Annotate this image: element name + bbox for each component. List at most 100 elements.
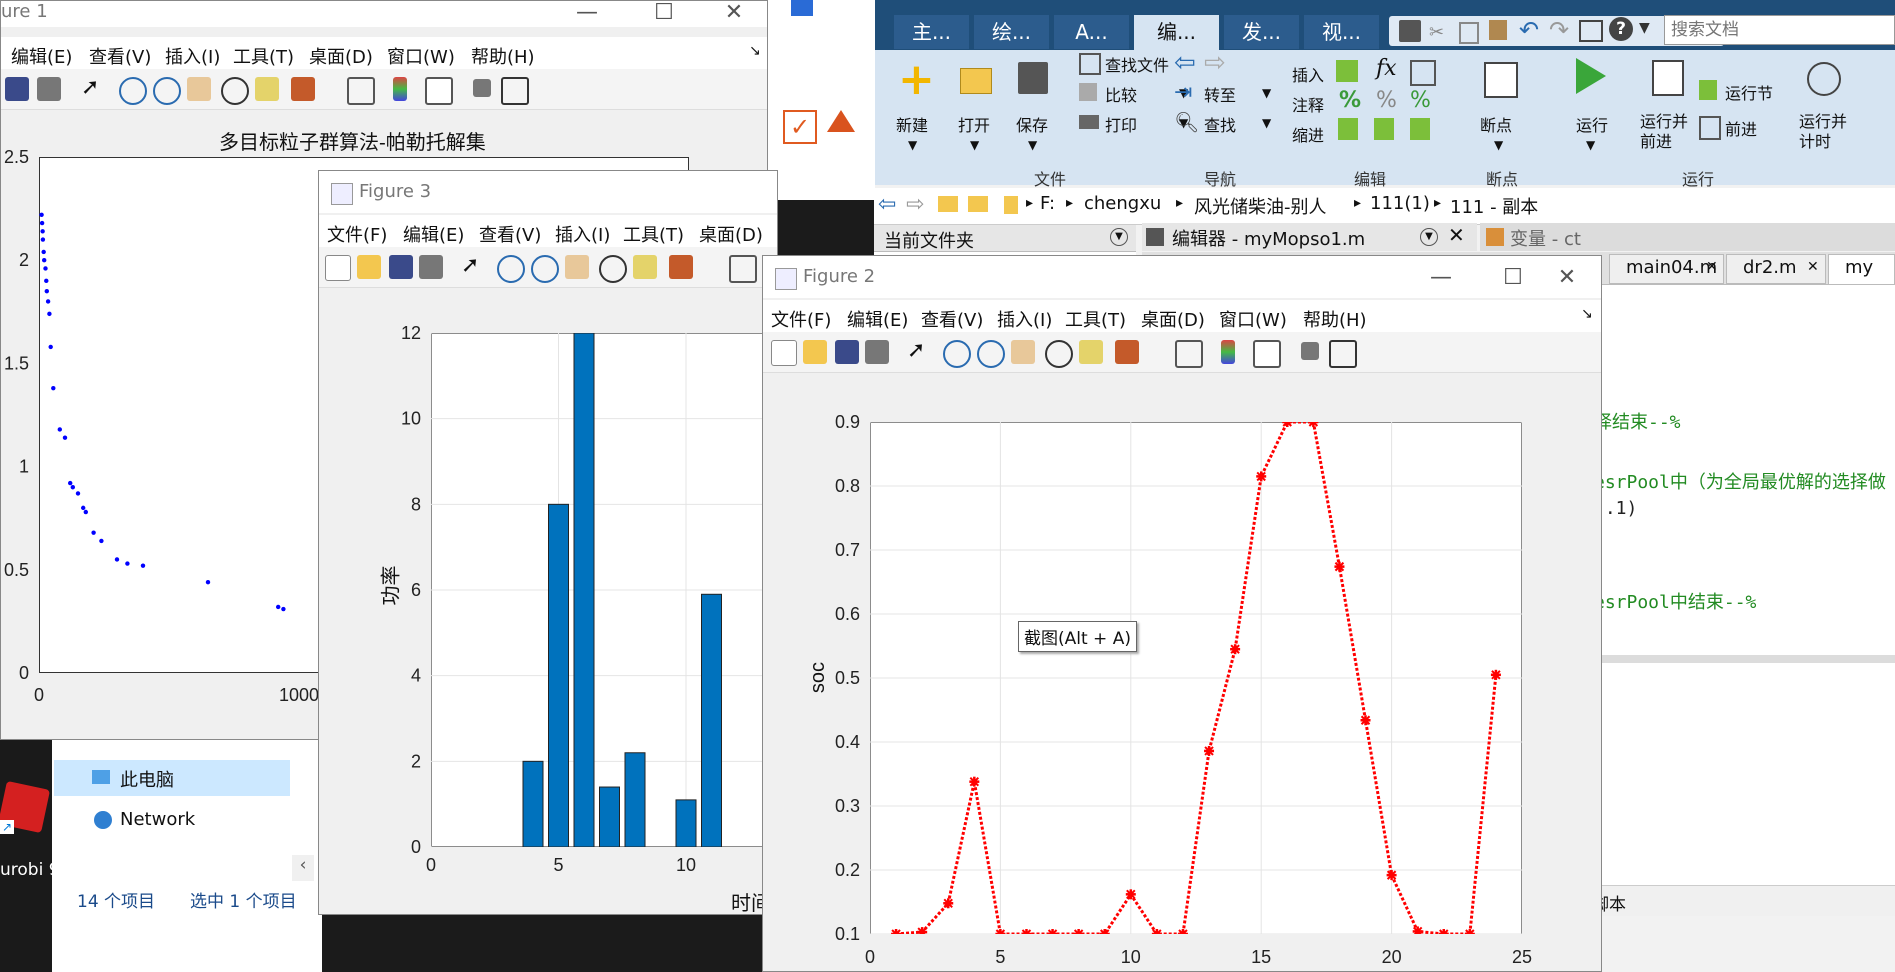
- redo-icon[interactable]: ↷: [1549, 16, 1569, 44]
- y-tick-label: 2: [19, 250, 29, 270]
- scroll-left-arrow[interactable]: ‹: [292, 855, 314, 881]
- y-tick-label: 0.5: [835, 668, 860, 688]
- uncomment-icon[interactable]: %: [1376, 88, 1397, 113]
- back-icon[interactable]: ⇦: [878, 192, 896, 217]
- help-dropdown-icon[interactable]: ▼: [1639, 20, 1650, 36]
- goto-button[interactable]: ⇥ 转至 ▼: [1174, 80, 1284, 108]
- y-tick-label: 0: [19, 663, 29, 683]
- y-tick-label: 0.9: [835, 412, 860, 432]
- plus-icon: +: [898, 54, 935, 105]
- path-segment[interactable]: 111(1): [1370, 193, 1430, 214]
- run-and-advance-button[interactable]: 运行并 前进: [1634, 58, 1704, 158]
- path-segment[interactable]: chengxu: [1084, 193, 1161, 214]
- paste-icon[interactable]: [1489, 20, 1507, 40]
- y-tick-label: 10: [401, 409, 421, 429]
- magnifier-icon: 🔍︎: [1174, 110, 1200, 134]
- save-button[interactable]: 保存 ▼: [1004, 58, 1064, 158]
- shortcut-arrow-icon: ↗: [0, 820, 14, 834]
- sidebar-item-label: Network: [120, 809, 196, 830]
- sidebar-item-network[interactable]: Network: [54, 803, 290, 839]
- y-tick-label: 0.6: [835, 604, 860, 624]
- goto-icon: ⇥: [1174, 80, 1193, 105]
- path-separator: ▸: [1066, 195, 1074, 211]
- fx-icon[interactable]: fx: [1376, 56, 1397, 81]
- code-line: 择结束--%: [1594, 412, 1681, 433]
- variables-header: 变量 - ct: [1480, 223, 1895, 251]
- chevron-down-icon: ▼: [1262, 116, 1272, 130]
- gurobi-desktop-icon[interactable]: ↗: [0, 780, 51, 850]
- desktop-icon-label: urobi 9: [0, 860, 60, 880]
- close-icon[interactable]: ✕: [1706, 259, 1718, 275]
- new-button[interactable]: + 新建 ▼: [886, 58, 946, 158]
- path-segment[interactable]: F:: [1040, 193, 1055, 214]
- advance-icon: [1699, 116, 1721, 140]
- path-segment[interactable]: 风光储柴油-别人: [1194, 193, 1327, 219]
- find-files-label: 查找文件: [1105, 56, 1170, 75]
- run-and-time-button[interactable]: 运行并 计时: [1789, 58, 1869, 158]
- switch-windows-icon[interactable]: [1579, 20, 1603, 42]
- group-label-file: 文件: [1034, 170, 1067, 189]
- function-icon[interactable]: [1410, 60, 1436, 86]
- tab-plots[interactable]: 绘...: [974, 15, 1049, 49]
- y-tick-label: 8: [411, 494, 421, 514]
- path-root-icon: [1004, 196, 1018, 214]
- tab-apps[interactable]: A...: [1054, 15, 1129, 49]
- panel-menu-icon[interactable]: ▼: [1110, 228, 1128, 246]
- compare-label: 比较: [1105, 86, 1138, 105]
- group-label-edit: 编辑: [1354, 170, 1387, 189]
- code-line: esrPool中结束--%: [1594, 592, 1757, 613]
- sidebar-item-this-pc[interactable]: 此电脑: [54, 760, 290, 796]
- address-bar: ⇦ ⇨ ▸ F: ▸ chengxu ▸ 风光储柴油-别人 ▸ 111(1) ▸…: [874, 188, 1895, 225]
- advance-button[interactable]: 前进: [1699, 114, 1799, 140]
- editor-tab[interactable]: main04.m ✕: [1609, 254, 1724, 284]
- x-tick-label: 10: [1121, 947, 1141, 967]
- outdent-icon[interactable]: [1410, 118, 1430, 140]
- insert-label[interactable]: 插入: [1292, 62, 1324, 86]
- percent-icon[interactable]: %: [1339, 88, 1361, 113]
- copy-icon[interactable]: [1459, 22, 1479, 44]
- open-button[interactable]: 打开 ▼: [946, 58, 1006, 158]
- close-icon[interactable]: ✕: [1448, 223, 1465, 247]
- forward-icon[interactable]: ⇨: [906, 192, 924, 217]
- cut-icon[interactable]: ✂: [1429, 22, 1444, 43]
- indent-icon[interactable]: [1374, 118, 1394, 140]
- find-button[interactable]: 🔍︎ 查找 ▼: [1174, 110, 1284, 138]
- editor-tab[interactable]: dr2.m ✕: [1726, 254, 1826, 284]
- wrap-comment-icon[interactable]: %: [1410, 88, 1431, 113]
- save-label: 保存: [1016, 116, 1049, 135]
- save-icon[interactable]: [1399, 20, 1421, 42]
- path-segment[interactable]: 111 - 副本: [1450, 193, 1538, 219]
- help-icon[interactable]: ?: [1609, 17, 1633, 41]
- smart-indent-icon[interactable]: [1338, 118, 1358, 140]
- path-separator: ▸: [1434, 195, 1442, 211]
- path-separator: ▸: [1026, 195, 1034, 211]
- panel-menu-icon[interactable]: ▼: [1420, 228, 1438, 246]
- tab-publish[interactable]: 发...: [1224, 15, 1299, 49]
- up-folder-icon[interactable]: [938, 196, 958, 212]
- x-tick-label: 1000: [279, 685, 319, 705]
- search-documentation-input[interactable]: [1664, 15, 1895, 45]
- path-separator: ▸: [1354, 195, 1362, 211]
- open-label: 打开: [958, 116, 991, 135]
- run-section-button[interactable]: 运行节: [1699, 78, 1799, 104]
- forward-arrow-icon[interactable]: ⇨: [1204, 48, 1226, 78]
- breakpoints-button[interactable]: 断点 ▼: [1474, 58, 1534, 158]
- find-label: 查找: [1204, 116, 1237, 135]
- close-icon[interactable]: ✕: [1807, 259, 1819, 275]
- undo-icon[interactable]: ↶: [1519, 16, 1539, 44]
- editor-tab-active[interactable]: my: [1828, 254, 1895, 285]
- run-label: 运行: [1576, 116, 1609, 135]
- y-tick-label: 0.3: [835, 796, 860, 816]
- x-tick-label: 0: [34, 685, 44, 705]
- browse-folder-icon[interactable]: [968, 196, 988, 212]
- tab-view[interactable]: 视...: [1304, 15, 1379, 49]
- folder-icon: [960, 68, 992, 94]
- indent-label[interactable]: 缩进: [1292, 122, 1324, 146]
- run-button[interactable]: 运行 ▼: [1564, 58, 1624, 158]
- x-tick-label: 0: [865, 947, 875, 967]
- tab-home[interactable]: 主...: [894, 15, 969, 49]
- insert-icon[interactable]: [1336, 60, 1358, 82]
- back-arrow-icon[interactable]: ⇦: [1174, 48, 1196, 78]
- comment-label[interactable]: 注释: [1292, 92, 1324, 116]
- y-tick-label: 1: [19, 457, 29, 477]
